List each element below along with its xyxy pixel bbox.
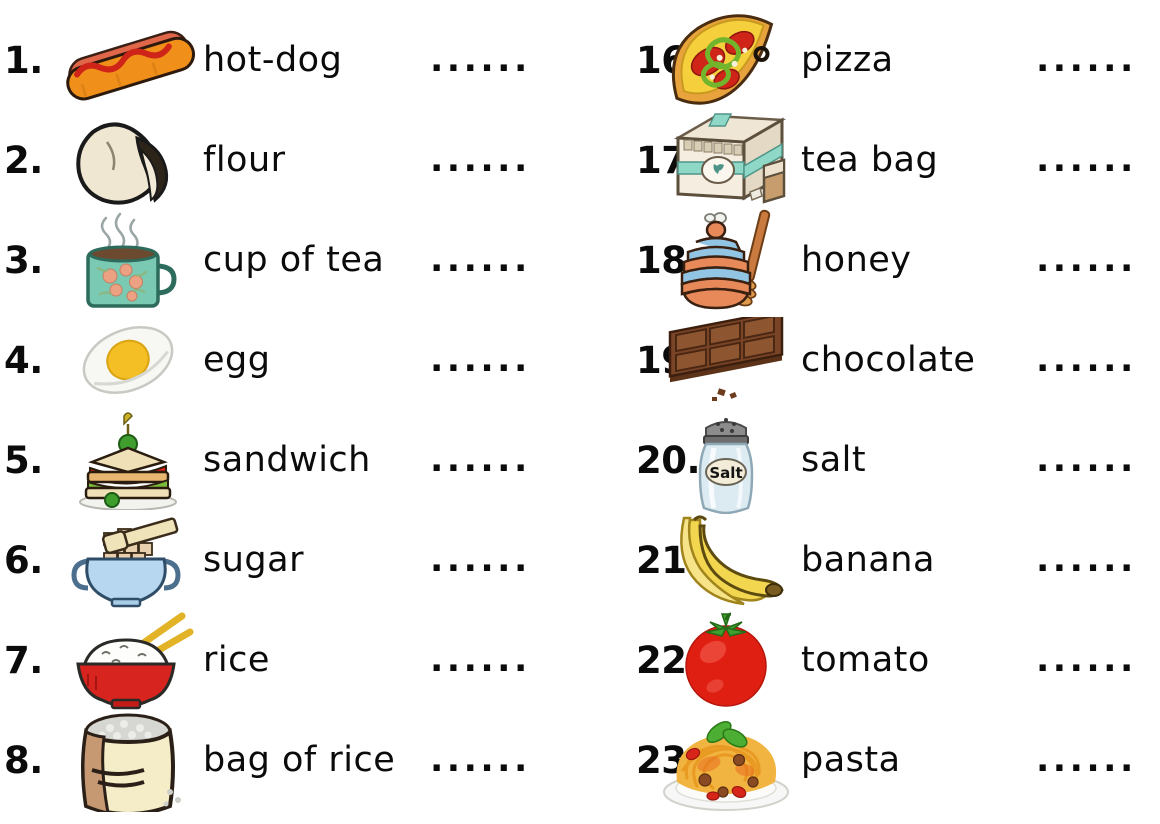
list-item[interactable]: 6. sugar ...... (0, 510, 580, 610)
item-label: flour (203, 140, 286, 180)
hot-dog-icon (58, 10, 198, 110)
item-number: 22. (636, 638, 701, 682)
item-label: honey (801, 240, 912, 280)
answer-blank[interactable]: ...... (430, 640, 531, 680)
worksheet-page: 1. hot-dog ...... 2. flour ...... 3. cup… (0, 0, 1160, 824)
answer-blank[interactable]: ...... (1036, 640, 1137, 680)
item-label: pizza (801, 40, 894, 80)
item-label: sandwich (203, 440, 371, 480)
item-number: 2. (4, 138, 43, 182)
answer-blank[interactable]: ...... (1036, 440, 1137, 480)
answer-blank[interactable]: ...... (430, 740, 531, 780)
list-item[interactable]: 18. honey ...... (580, 209, 1160, 310)
item-number: 6. (4, 538, 43, 582)
item-number: 8. (4, 738, 43, 782)
list-item[interactable]: 16. pizza ...... (580, 10, 1160, 110)
list-item[interactable]: 22. tomato ...... (580, 610, 1160, 710)
answer-blank[interactable]: ...... (1036, 240, 1137, 280)
answer-blank[interactable]: ...... (1036, 740, 1137, 780)
right-column: 16. pizza ...... 17. tea bag ...... 18. … (580, 0, 1160, 824)
item-number: 5. (4, 438, 43, 482)
tea-cup-icon (58, 210, 198, 310)
list-item[interactable]: 8. bag of rice ...... (0, 710, 580, 812)
honey-jar-icon (656, 209, 796, 310)
item-label: pasta (801, 740, 901, 780)
rice-bowl-icon (58, 610, 198, 710)
salt-shaker-icon: Salt (656, 410, 796, 514)
list-item[interactable]: 19. chocolate ...... (580, 310, 1160, 410)
item-label: chocolate (801, 340, 976, 380)
list-item[interactable]: 7. rice ...... (0, 610, 580, 710)
sugar-bowl-icon (58, 510, 198, 610)
list-item[interactable]: 21. banana ...... (580, 510, 1160, 610)
item-number: 3. (4, 238, 43, 282)
item-number: 7. (4, 638, 43, 682)
banana-icon (656, 510, 796, 610)
item-number: 19. (636, 338, 701, 382)
item-label: salt (801, 440, 867, 480)
list-item[interactable]: 2. flour ...... (0, 110, 580, 210)
answer-blank[interactable]: ...... (430, 140, 531, 180)
item-number: 21. (636, 538, 701, 582)
item-number: 23. (636, 738, 701, 782)
tomato-icon (656, 610, 796, 710)
salt-shaker-label: Salt (709, 464, 742, 482)
list-item[interactable]: 4. egg ...... (0, 310, 580, 410)
list-item[interactable]: 23. pasta ...... (580, 710, 1160, 811)
item-number: 16. (636, 38, 701, 82)
answer-blank[interactable]: ...... (1036, 340, 1137, 380)
answer-blank[interactable]: ...... (430, 540, 531, 580)
item-label: bag of rice (203, 740, 396, 780)
item-label: rice (203, 640, 270, 680)
answer-blank[interactable]: ...... (430, 340, 531, 380)
item-label: tea bag (801, 140, 939, 180)
answer-blank[interactable]: ...... (430, 240, 531, 280)
item-label: banana (801, 540, 935, 580)
tea-bag-box-icon (656, 110, 796, 210)
answer-blank[interactable]: ...... (430, 40, 531, 80)
item-number: 20. (636, 438, 701, 482)
answer-blank[interactable]: ...... (1036, 540, 1137, 580)
chocolate-bar-icon (656, 310, 796, 410)
answer-blank[interactable]: ...... (1036, 140, 1137, 180)
item-label: tomato (801, 640, 930, 680)
egg-icon (58, 310, 198, 410)
item-label: egg (203, 340, 271, 380)
rice-sack-icon (58, 710, 198, 812)
pizza-slice-icon (656, 10, 796, 110)
list-item[interactable]: 3. cup of tea ...... (0, 210, 580, 310)
pasta-plate-icon (656, 710, 796, 811)
item-label: hot-dog (203, 40, 343, 80)
item-number: 18. (636, 238, 701, 282)
list-item[interactable]: 17. tea bag ...... (580, 110, 1160, 210)
answer-blank[interactable]: ...... (1036, 40, 1137, 80)
answer-blank[interactable]: ...... (430, 440, 531, 480)
flour-bag-icon (58, 110, 198, 210)
item-label: sugar (203, 540, 304, 580)
item-number: 4. (4, 338, 43, 382)
item-number: 1. (4, 38, 43, 82)
item-number: 17. (636, 138, 701, 182)
item-label: cup of tea (203, 240, 385, 280)
list-item[interactable]: 5. sandwich ...... (0, 410, 580, 510)
list-item[interactable]: 1. hot-dog ...... (0, 10, 580, 110)
left-column: 1. hot-dog ...... 2. flour ...... 3. cup… (0, 0, 580, 824)
sandwich-icon (58, 410, 198, 510)
list-item[interactable]: 20. Salt salt ...... (580, 410, 1160, 514)
